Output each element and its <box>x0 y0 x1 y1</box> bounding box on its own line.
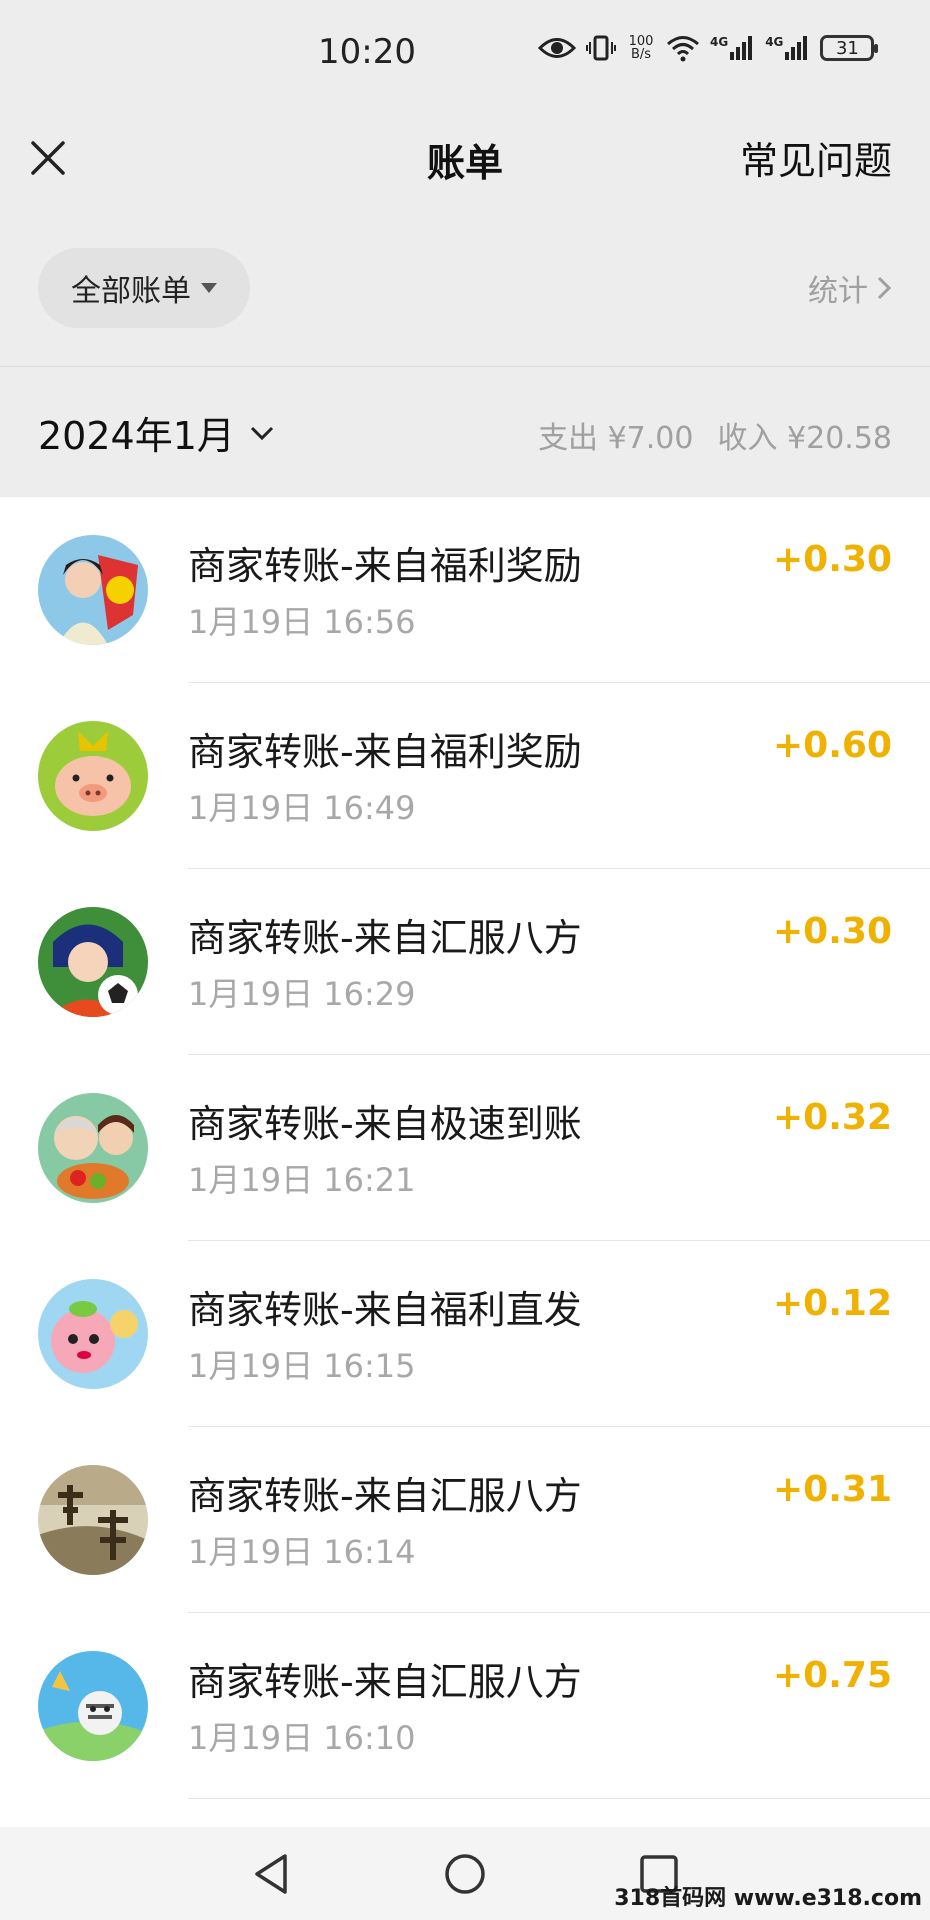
transaction-title: 商家转账-来自汇服八方 <box>188 1474 582 1518</box>
close-icon <box>31 141 65 175</box>
transaction-amount: +0.30 <box>773 539 892 580</box>
avatar <box>38 1465 148 1575</box>
transaction-title: 商家转账-来自汇服八方 <box>188 916 582 960</box>
list-item[interactable]: 商家转账-来自福利奖励 1月19日 16:56 +0.30 <box>0 497 930 683</box>
transaction-title: 商家转账-来自福利奖励 <box>188 730 582 774</box>
vibrate-icon <box>586 34 616 62</box>
transaction-amount: +0.60 <box>773 725 892 766</box>
expense-total: 支出 ¥7.00 <box>538 421 694 456</box>
bill-filter-label: 全部账单 <box>71 274 191 309</box>
back-button[interactable] <box>246 1849 296 1899</box>
month-row: 2024年1月 支出 ¥7.00 收入 ¥20.58 <box>0 367 930 497</box>
transaction-amount: +0.12 <box>773 1283 892 1324</box>
transaction-time: 1月19日 16:10 <box>188 1719 416 1757</box>
list-item[interactable]: 商家转账-来自极速到账 1月19日 16:21 +0.32 <box>0 1055 930 1241</box>
list-item[interactable]: 商家转账-来自汇服八方 1月19日 16:14 +0.31 <box>0 1427 930 1613</box>
signal-icon: 4G <box>710 35 755 61</box>
signal-icon: 4G <box>765 35 810 61</box>
nav-bar: 账单 常见问题 <box>0 110 930 210</box>
income-total: 收入 ¥20.58 <box>717 421 892 456</box>
month-summary: 支出 ¥7.00 收入 ¥20.58 <box>538 413 892 457</box>
status-time: 10:20 <box>318 32 416 72</box>
net-speed-unit: B/s <box>630 47 652 62</box>
transaction-amount: +0.31 <box>773 1469 892 1510</box>
avatar <box>38 535 148 645</box>
transaction-time: 1月19日 16:14 <box>188 1533 416 1571</box>
signal-type-label: 4G <box>710 35 729 49</box>
transaction-time: 1月19日 16:21 <box>188 1161 416 1199</box>
transaction-time: 1月19日 16:56 <box>188 603 416 641</box>
month-label: 2024年1月 <box>38 414 235 458</box>
transaction-amount: +0.30 <box>773 911 892 952</box>
avatar <box>38 721 148 831</box>
stats-label: 统计 <box>808 274 868 309</box>
list-item[interactable]: 商家转账-来自汇服八方 1月19日 16:29 +0.30 <box>0 869 930 1055</box>
chevron-right-icon <box>877 276 892 300</box>
divider <box>188 1798 930 1799</box>
month-selector[interactable]: 2024年1月 <box>38 405 275 460</box>
transaction-title: 商家转账-来自福利直发 <box>188 1288 582 1332</box>
transaction-time: 1月19日 16:49 <box>188 789 416 827</box>
list-item[interactable]: 商家转账-来自福利奖励 1月19日 16:49 +0.60 <box>0 683 930 869</box>
close-button[interactable] <box>22 132 74 184</box>
transaction-time: 1月19日 16:15 <box>188 1347 416 1385</box>
chevron-down-icon <box>250 426 273 440</box>
wifi-icon <box>666 34 700 62</box>
status-icons: 100 B/s 4G 4G 31 <box>538 34 879 62</box>
signal-type-label: 4G <box>765 35 784 49</box>
transaction-title: 商家转账-来自极速到账 <box>188 1102 582 1146</box>
system-nav-bar: 318首码网 www.e318.com <box>0 1827 930 1920</box>
avatar <box>38 1651 148 1761</box>
transaction-list: 商家转账-来自福利奖励 1月19日 16:56 +0.30 商家转账-来自福利奖… <box>0 497 930 1827</box>
transaction-title: 商家转账-来自福利奖励 <box>188 544 582 588</box>
watermark: 318首码网 www.e318.com <box>614 1886 922 1911</box>
transaction-time: 1月19日 16:29 <box>188 975 416 1013</box>
transaction-amount: +0.32 <box>773 1097 892 1138</box>
stats-link[interactable]: 统计 <box>808 266 892 310</box>
avatar <box>38 1093 148 1203</box>
battery-icon: 31 <box>820 35 879 61</box>
back-icon <box>255 1854 287 1894</box>
avatar <box>38 907 148 1017</box>
bill-filter-dropdown[interactable]: 全部账单 <box>38 248 250 328</box>
home-button[interactable] <box>440 1849 490 1899</box>
status-bar: 10:20 100 B/s 4G 4G 31 <box>0 0 930 110</box>
battery-level: 31 <box>835 37 859 59</box>
list-item[interactable]: 商家转账-来自汇服八方 1月19日 16:10 +0.75 <box>0 1613 930 1799</box>
avatar <box>38 1279 148 1389</box>
faq-link[interactable]: 常见问题 <box>740 130 892 185</box>
home-icon <box>445 1854 485 1894</box>
list-item[interactable]: 商家转账-来自福利直发 1月19日 16:15 +0.12 <box>0 1241 930 1427</box>
eye-icon <box>538 35 576 61</box>
transaction-title: 商家转账-来自汇服八方 <box>188 1660 582 1704</box>
transaction-amount: +0.75 <box>773 1655 892 1696</box>
net-speed: 100 B/s <box>626 35 656 61</box>
caret-down-icon <box>201 283 217 293</box>
